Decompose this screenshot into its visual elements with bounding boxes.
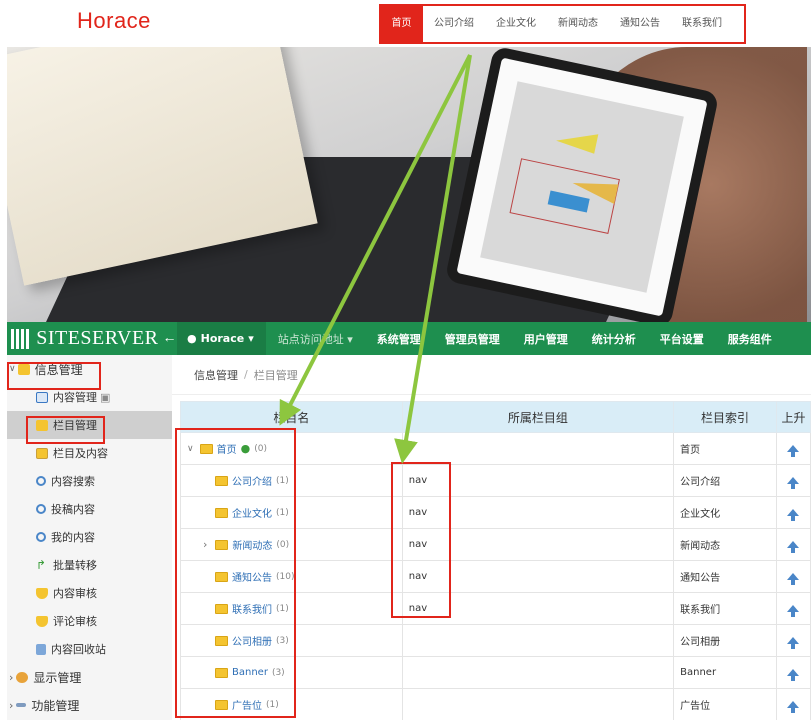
- search-icon: [36, 476, 46, 486]
- cell-index: 通知公告: [673, 560, 777, 593]
- caret-down-icon: ▾: [248, 332, 254, 345]
- search-icon: [36, 504, 46, 514]
- chevron-right-icon: ›: [9, 698, 14, 712]
- cell-index: 联系我们: [673, 592, 777, 625]
- highlight-box-sidebar-info: [7, 362, 101, 390]
- external-link-icon[interactable]: ▣: [100, 391, 110, 404]
- highlight-box-group-column: [391, 462, 451, 618]
- cell-index: 企业文化: [673, 496, 777, 529]
- cell-group: [401, 688, 675, 720]
- cell-up: [775, 560, 811, 593]
- sidebar-group-function[interactable]: › 功能管理: [7, 691, 172, 719]
- sidebar-item-mine[interactable]: 我的内容: [7, 523, 172, 551]
- cell-up: [775, 528, 811, 561]
- cell-index: 首页: [673, 432, 777, 465]
- back-arrow-icon[interactable]: ←: [163, 331, 178, 347]
- col-header-group: 所属栏目组: [401, 401, 675, 433]
- menu-settings[interactable]: 平台设置: [648, 331, 716, 347]
- cell-index: Banner: [673, 656, 777, 689]
- hero-banner-image: [7, 47, 811, 322]
- site-header: Horace 首页 公司介绍 企业文化 新闻动态 通知公告 联系我们: [0, 0, 811, 46]
- window-icon: [36, 391, 48, 403]
- sidebar-group-display[interactable]: › 显示管理: [7, 663, 172, 691]
- search-icon: [36, 532, 46, 542]
- highlight-box-sidebar-channels: [26, 416, 105, 444]
- arrow-up-icon[interactable]: [787, 701, 800, 713]
- shield-icon: [36, 587, 48, 599]
- site-logo[interactable]: Horace: [77, 8, 151, 34]
- menu-system[interactable]: 系统管理: [365, 331, 433, 347]
- nav-highlight-box: [379, 4, 746, 44]
- folder-edit-icon: [36, 447, 48, 459]
- cell-group: [401, 624, 675, 657]
- sidebar-item-transfer[interactable]: ↱ 批量转移: [7, 551, 172, 579]
- brand: SITESERVER ←: [7, 322, 177, 355]
- col-header-up: 上升: [775, 401, 811, 433]
- site-selector[interactable]: ● Horace ▾: [177, 322, 266, 355]
- palette-icon: [16, 671, 29, 683]
- breadcrumb-channels: 栏目管理: [253, 368, 298, 382]
- arrow-up-icon[interactable]: [787, 605, 800, 617]
- menu-admins[interactable]: 管理员管理: [433, 331, 512, 347]
- recycle-bin-icon: [36, 643, 46, 655]
- arrow-up-icon[interactable]: [787, 669, 800, 681]
- sidebar-item-recycle[interactable]: 内容回收站: [7, 635, 172, 663]
- grid-logo-icon: [11, 328, 31, 349]
- cell-up: [775, 592, 811, 625]
- globe-icon: ●: [187, 332, 197, 345]
- cell-up: [775, 496, 811, 529]
- arrow-up-icon[interactable]: [787, 509, 800, 521]
- breadcrumb: 信息管理 / 栏目管理: [172, 355, 811, 395]
- sidebar-item-review[interactable]: 内容审核: [7, 579, 172, 607]
- shield-icon: [36, 615, 48, 627]
- arrow-up-icon[interactable]: [787, 445, 800, 457]
- breadcrumb-separator: /: [244, 368, 248, 381]
- transfer-arrow-icon: ↱: [36, 557, 47, 572]
- cell-group: [401, 432, 675, 465]
- sidebar-item-submissions[interactable]: 投稿内容: [7, 495, 172, 523]
- site-selector-label: Horace: [200, 332, 245, 345]
- arrow-up-icon[interactable]: [787, 541, 800, 553]
- menu-plugins[interactable]: 服务组件: [716, 331, 784, 347]
- menu-users[interactable]: 用户管理: [512, 331, 580, 347]
- cell-index: 公司介绍: [673, 464, 777, 497]
- chevron-right-icon: ›: [9, 670, 14, 684]
- col-header-index: 栏目索引: [673, 401, 777, 433]
- cell-index: 新闻动态: [673, 528, 777, 561]
- cell-index: 广告位: [673, 688, 777, 720]
- sidebar: ∨ 信息管理 内容管理 ▣ 栏目管理 栏目及内容 内容搜索 投稿内容 我的内容: [7, 355, 172, 720]
- brand-text: SITESERVER: [36, 327, 159, 349]
- menu-stats[interactable]: 统计分析: [580, 331, 648, 347]
- sidebar-item-comments[interactable]: 评论审核: [7, 607, 172, 635]
- arrow-up-icon[interactable]: [787, 573, 800, 585]
- cell-index: 公司相册: [673, 624, 777, 657]
- highlight-box-name-column: [175, 428, 296, 718]
- wrench-icon: [16, 703, 27, 707]
- cell-group: [401, 656, 675, 689]
- sidebar-item-search[interactable]: 内容搜索: [7, 467, 172, 495]
- menu-site-url[interactable]: 站点访问地址 ▾: [266, 331, 365, 347]
- breadcrumb-info[interactable]: 信息管理: [194, 367, 238, 383]
- cell-up: [775, 624, 811, 657]
- arrow-up-icon[interactable]: [787, 637, 800, 649]
- cell-up: [775, 688, 811, 720]
- cell-up: [775, 464, 811, 497]
- cell-up: [775, 656, 811, 689]
- arrow-up-icon[interactable]: [787, 477, 800, 489]
- admin-topbar: SITESERVER ← ● Horace ▾ 站点访问地址 ▾ 系统管理 管理…: [7, 322, 811, 355]
- cell-up: [775, 432, 811, 465]
- phone-graphic: [444, 47, 720, 322]
